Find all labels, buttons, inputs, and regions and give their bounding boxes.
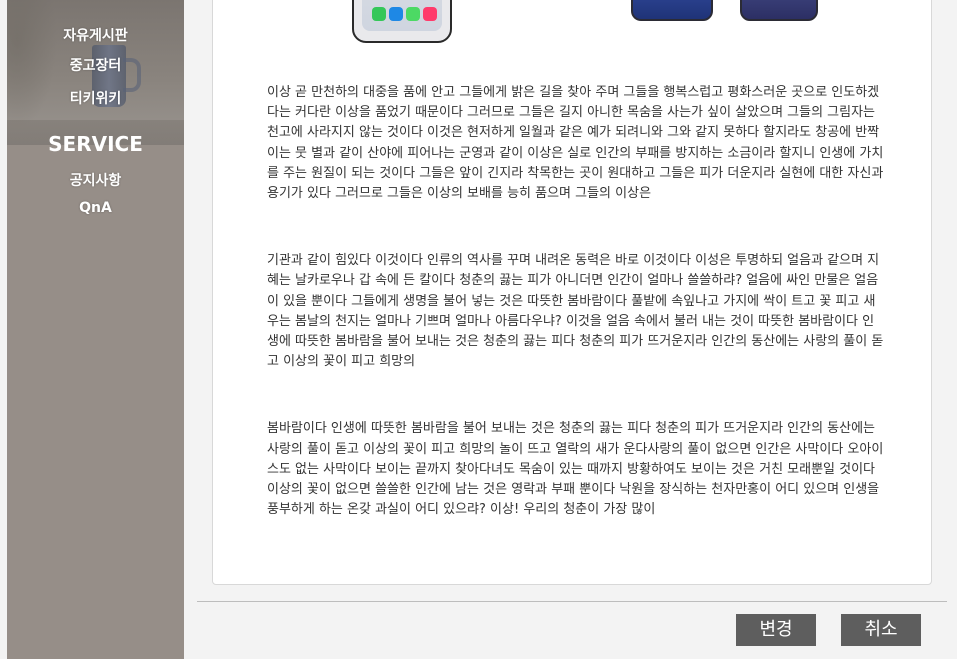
phone-app-music-icon (423, 7, 437, 21)
sidebar-link-used-market[interactable]: 중고장터 (7, 55, 184, 75)
post-paragraph: 봄바람이다 인생에 따뜻한 봄바람을 불어 보내는 것은 청춘의 끓는 피다 청… (267, 421, 884, 518)
sidebar-link-tiki-wiki[interactable]: 티키위키 (7, 88, 184, 108)
change-button[interactable]: 변경 (736, 614, 816, 646)
sidebar: 자유게시판 중고장터 티키위키 SERVICE 공지사항 QnA (7, 0, 184, 659)
phone-screen (362, 0, 442, 31)
phone-app-messages-icon (406, 7, 420, 21)
footer-divider (197, 601, 947, 602)
post-paragraph: 이상 곧 만천하의 대중을 품에 안고 그들에게 밝은 길을 찾아 주며 그들을… (267, 85, 884, 202)
phone-app-call-icon (372, 7, 386, 21)
post-paragraph: 기관과 같이 힘있다 이것이다 인류의 역사를 꾸며 내려온 동력은 바로 이것… (267, 253, 884, 370)
sidebar-link-qna[interactable]: QnA (7, 200, 184, 216)
cancel-button[interactable]: 취소 (841, 614, 921, 646)
galaxy-phone-purple-image (740, 0, 818, 21)
phone-app-safari-icon (389, 7, 403, 21)
post-body: 이상 곧 만천하의 대중을 품에 안고 그들에게 밝은 길을 찾아 주며 그들을… (267, 83, 885, 533)
phone-dock (372, 7, 437, 21)
sidebar-section-service-title: SERVICE (48, 132, 143, 156)
galaxy-phone-blue-image (631, 0, 713, 21)
post-content-card: 이상 곧 만천하의 대중을 품에 안고 그들에게 밝은 길을 찾아 주며 그들을… (212, 0, 932, 585)
sidebar-link-free-board[interactable]: 자유게시판 (7, 25, 184, 45)
iphone-x-image (352, 0, 452, 43)
sidebar-link-notice[interactable]: 공지사항 (7, 170, 184, 190)
